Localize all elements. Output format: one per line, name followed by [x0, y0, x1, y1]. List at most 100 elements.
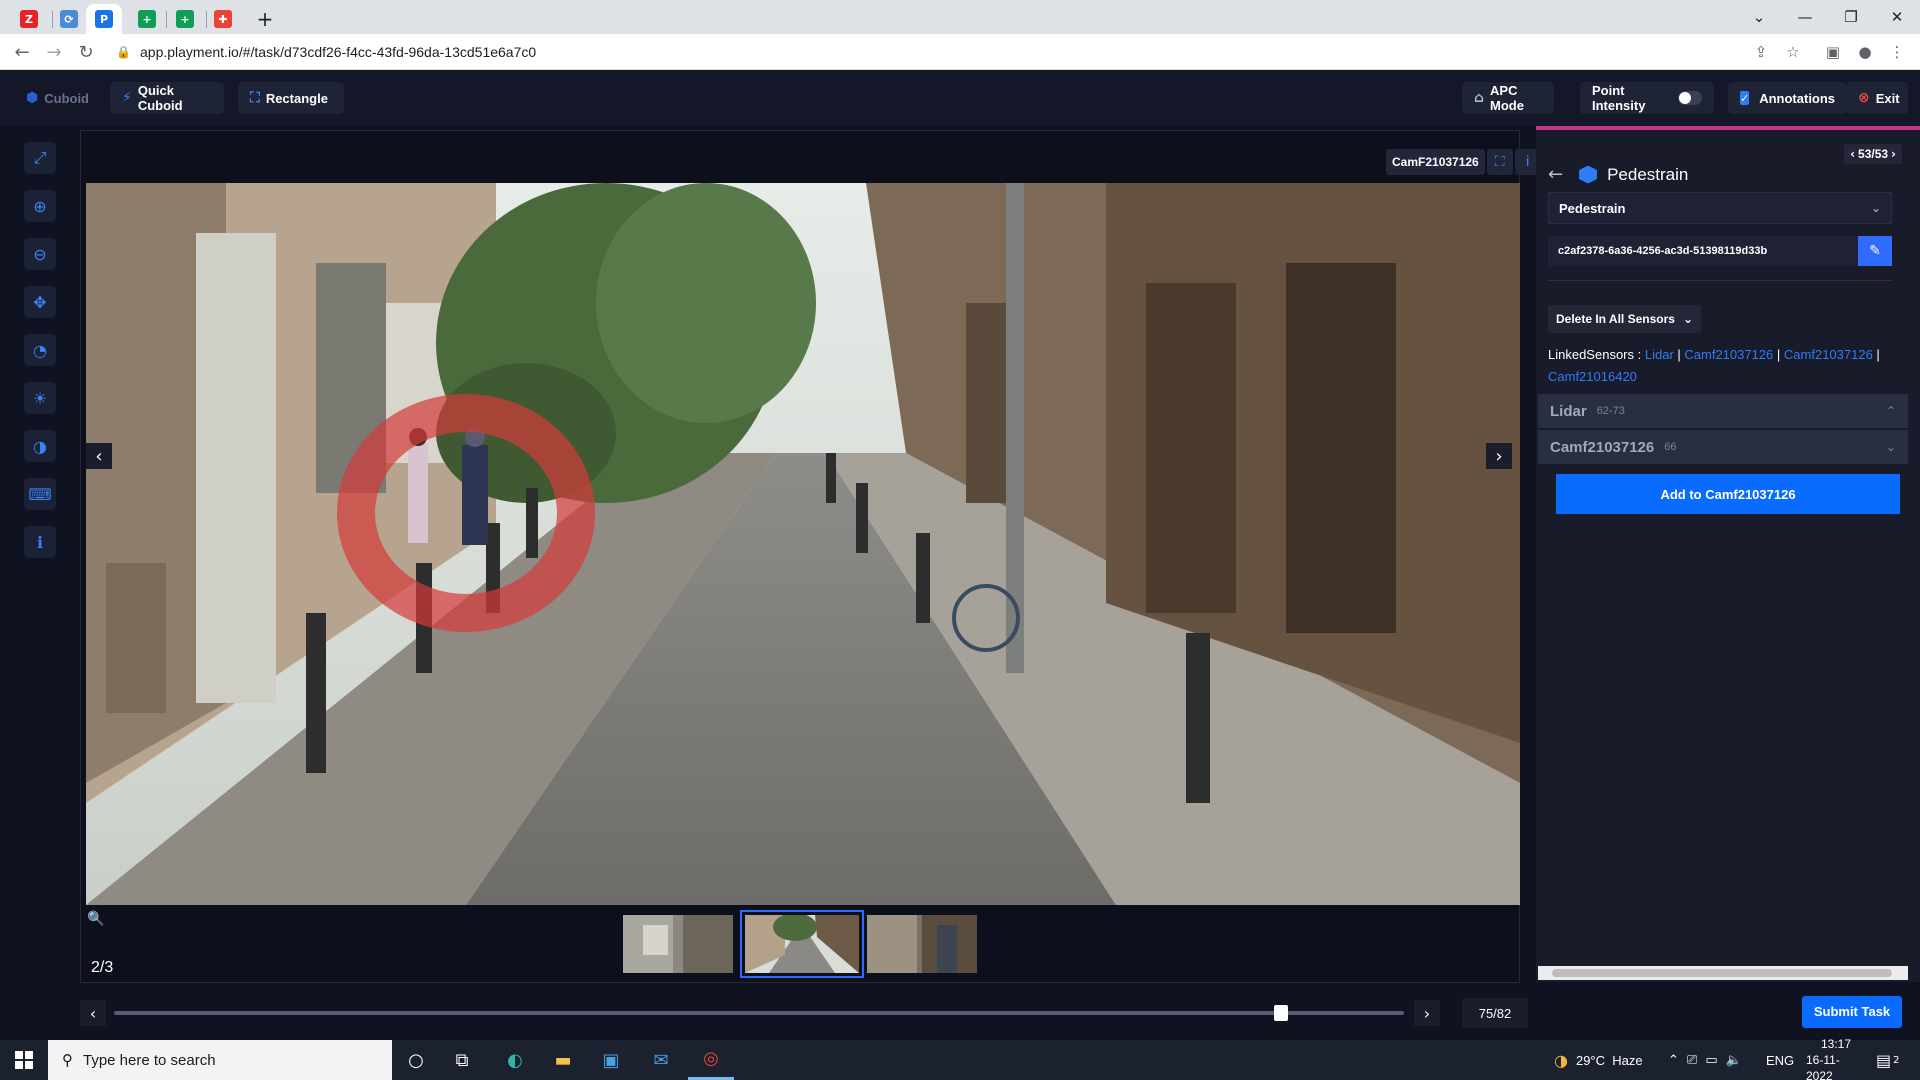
- prev-image-arrow[interactable]: ‹: [86, 443, 112, 469]
- object-pager[interactable]: ‹ 53/53 ›: [1844, 144, 1902, 164]
- class-select[interactable]: Pedestrain ⌄: [1548, 192, 1892, 224]
- chevron-up-icon[interactable]: ⌃: [1668, 1053, 1679, 1068]
- sensor-section-camera[interactable]: Camf21037126 66 ⌄: [1538, 430, 1908, 464]
- zoom-in-icon[interactable]: ⊕: [24, 190, 56, 222]
- address-bar[interactable]: 🔒 app.playment.io/#/task/d73cdf26-f4cc-4…: [106, 37, 1790, 67]
- browser-tab[interactable]: Z: [14, 4, 44, 34]
- rectangle-button[interactable]: ⛶ Rectangle: [238, 82, 344, 114]
- store-icon[interactable]: ▣: [588, 1040, 634, 1080]
- expand-icon[interactable]: ⤢: [24, 142, 56, 174]
- camera-thumbnail[interactable]: [623, 915, 733, 973]
- contrast-icon[interactable]: ◑: [24, 430, 56, 462]
- annotations-control[interactable]: ✓ Annotations: [1728, 82, 1846, 114]
- mail-icon[interactable]: ✉: [638, 1040, 684, 1080]
- cuboid-button[interactable]: ⬢ Cuboid: [14, 82, 101, 114]
- cortana-icon[interactable]: ○: [396, 1040, 436, 1080]
- zoom-out-icon[interactable]: ⊖: [24, 238, 56, 270]
- minimize-icon[interactable]: —: [1782, 0, 1828, 34]
- cuboid-label: Cuboid: [44, 90, 89, 106]
- tray-icons[interactable]: ⌃ ⎚ ▭ 🔈: [1668, 1040, 1742, 1080]
- camera-thumbnail-selected[interactable]: [740, 910, 864, 978]
- timeline-prev-icon[interactable]: ‹: [80, 1000, 106, 1026]
- tab-search-icon[interactable]: ⌄: [1736, 0, 1782, 34]
- annotations-checkbox[interactable]: ✓: [1740, 91, 1750, 105]
- delete-in-all-sensors-button[interactable]: Delete In All Sensors ⌄: [1548, 305, 1701, 333]
- horizontal-scrollbar[interactable]: [1538, 966, 1908, 980]
- share-icon[interactable]: ⇪: [1749, 40, 1773, 64]
- menu-icon[interactable]: ⋮: [1885, 40, 1909, 64]
- windows-start-icon[interactable]: [0, 1040, 48, 1080]
- camera-image[interactable]: [86, 183, 1520, 905]
- url-text[interactable]: app.playment.io/#/task/d73cdf26-f4cc-43f…: [140, 44, 536, 60]
- file-explorer-icon[interactable]: ▬: [540, 1040, 586, 1080]
- reload-icon[interactable]: ↻: [72, 38, 100, 66]
- submit-task-button[interactable]: Submit Task: [1802, 995, 1902, 1028]
- bookmark-star-icon[interactable]: ☆: [1781, 40, 1805, 64]
- edit-pencil-icon[interactable]: ✎: [1858, 236, 1892, 266]
- pager-count: 53/53: [1858, 147, 1889, 161]
- browser-tab[interactable]: ⟳: [54, 4, 84, 34]
- pager-prev-icon[interactable]: ‹: [1850, 147, 1855, 161]
- section-range: 62-73: [1596, 405, 1625, 417]
- keyboard-icon[interactable]: ⌨: [24, 478, 56, 510]
- back-arrow-icon[interactable]: ←: [1548, 164, 1563, 185]
- language-indicator[interactable]: ENG: [1766, 1040, 1794, 1080]
- sensor-section-lidar[interactable]: Lidar 62-73 ⌃: [1538, 394, 1908, 428]
- apc-icon: ⌂: [1474, 90, 1485, 106]
- restore-icon[interactable]: ❐: [1828, 0, 1874, 34]
- lock-icon: 🔒: [116, 45, 131, 59]
- browser-tab[interactable]: +: [170, 4, 200, 34]
- exit-label: Exit: [1875, 90, 1900, 106]
- add-to-camera-button[interactable]: Add to Camf21037126: [1556, 474, 1900, 514]
- quick-cuboid-label: Quick Cuboid: [137, 83, 183, 113]
- camera-thumbnail[interactable]: [867, 915, 977, 973]
- magnifier-icon[interactable]: 🔍: [87, 911, 104, 927]
- quick-cuboid-button[interactable]: ⚡ Quick Cuboid: [110, 82, 224, 114]
- weather-widget[interactable]: ◑ 29°C Haze: [1554, 1040, 1643, 1080]
- browser-tab[interactable]: ✚: [208, 4, 238, 34]
- object-id-field[interactable]: c2af2378-6a36-4256-ac3d-51398119d33b ✎: [1548, 236, 1892, 266]
- rotate-icon[interactable]: ◔: [24, 334, 56, 366]
- network-icon[interactable]: ⎚: [1687, 1053, 1697, 1068]
- point-intensity-toggle[interactable]: [1677, 91, 1702, 105]
- scrollbar-thumb[interactable]: [1552, 969, 1892, 977]
- zoho-icon: Z: [20, 10, 38, 28]
- exit-button[interactable]: ⊗ Exit: [1846, 82, 1908, 114]
- edge-icon[interactable]: ◐: [492, 1040, 538, 1080]
- pager-next-icon[interactable]: ›: [1891, 147, 1896, 161]
- point-intensity-control[interactable]: Point Intensity: [1580, 82, 1714, 114]
- divider: [1548, 280, 1892, 281]
- chevron-down-icon: ⌄: [1870, 201, 1881, 215]
- lightning-icon: ⚡: [122, 90, 132, 106]
- panel-title: Pedestrain: [1607, 164, 1689, 184]
- notifications-icon[interactable]: ▤ 2: [1876, 1040, 1900, 1080]
- brightness-icon[interactable]: ☀: [24, 382, 56, 414]
- info-icon[interactable]: ℹ: [24, 526, 56, 558]
- thumbnail-image: [867, 915, 977, 973]
- profile-icon[interactable]: ●: [1853, 40, 1877, 64]
- taskbar-search[interactable]: ⚲ Type here to search: [48, 1040, 392, 1080]
- browser-tab-active[interactable]: P: [86, 4, 122, 34]
- close-icon[interactable]: ✕: [1874, 0, 1920, 34]
- fit-screen-icon[interactable]: ✥: [24, 286, 56, 318]
- browser-tab[interactable]: +: [132, 4, 162, 34]
- new-tab-button[interactable]: +: [252, 4, 278, 34]
- back-icon[interactable]: ←: [8, 38, 36, 66]
- linked-sensor-link[interactable]: Camf21037126: [1784, 347, 1873, 362]
- display-icon[interactable]: ▭: [1705, 1053, 1717, 1068]
- forward-icon[interactable]: →: [40, 38, 68, 66]
- timeline-track[interactable]: [114, 1005, 1404, 1021]
- next-image-arrow[interactable]: ›: [1486, 443, 1512, 469]
- chrome-icon[interactable]: ◎: [688, 1040, 734, 1080]
- linked-sensor-link[interactable]: Camf21037126: [1684, 347, 1773, 362]
- side-panel-icon[interactable]: ▣: [1821, 40, 1845, 64]
- apc-mode-button[interactable]: ⌂ APC Mode: [1462, 82, 1554, 114]
- crop-icon[interactable]: ⛶: [1486, 149, 1513, 175]
- linked-sensor-link[interactable]: Camf21016420: [1548, 369, 1637, 384]
- volume-icon[interactable]: 🔈: [1726, 1053, 1742, 1068]
- linked-sensor-link[interactable]: Lidar: [1645, 347, 1674, 362]
- timeline-next-icon[interactable]: ›: [1414, 1000, 1440, 1026]
- clock[interactable]: 13:17 16-11-2022: [1806, 1037, 1866, 1080]
- task-view-icon[interactable]: ⧉: [442, 1040, 482, 1080]
- timeline-slider-handle[interactable]: [1274, 1005, 1289, 1021]
